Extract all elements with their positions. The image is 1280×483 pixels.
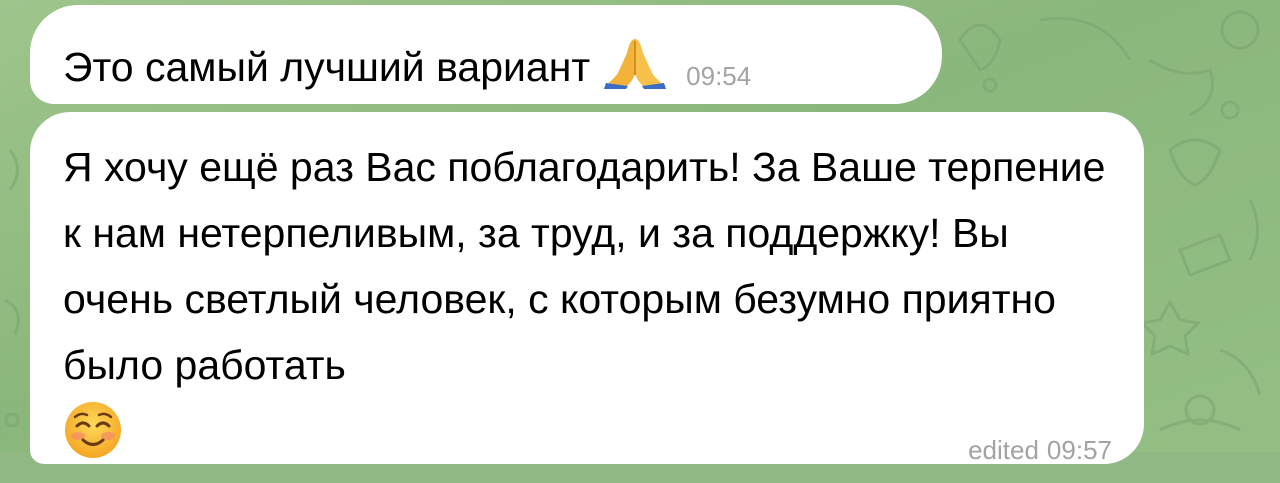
message-bubble-incoming[interactable]: Это самый лучший вариант 09:54 [30,5,942,104]
message-time: 09:54 [686,61,752,91]
message-text: Я хочу ещё раз Вас поблагодарить! За Ваш… [63,144,1106,388]
message-text: Это самый лучший вариант [63,44,591,90]
message-bubble-incoming[interactable]: Я хочу ещё раз Вас поблагодарить! За Ваш… [30,112,1144,465]
message-meta: edited 09:57 [968,417,1112,483]
message-time: 09:57 [1046,435,1112,465]
folded-hands-emoji-icon [604,39,667,89]
smiling-face-emoji-icon [65,402,121,458]
edited-label: edited [968,435,1039,465]
